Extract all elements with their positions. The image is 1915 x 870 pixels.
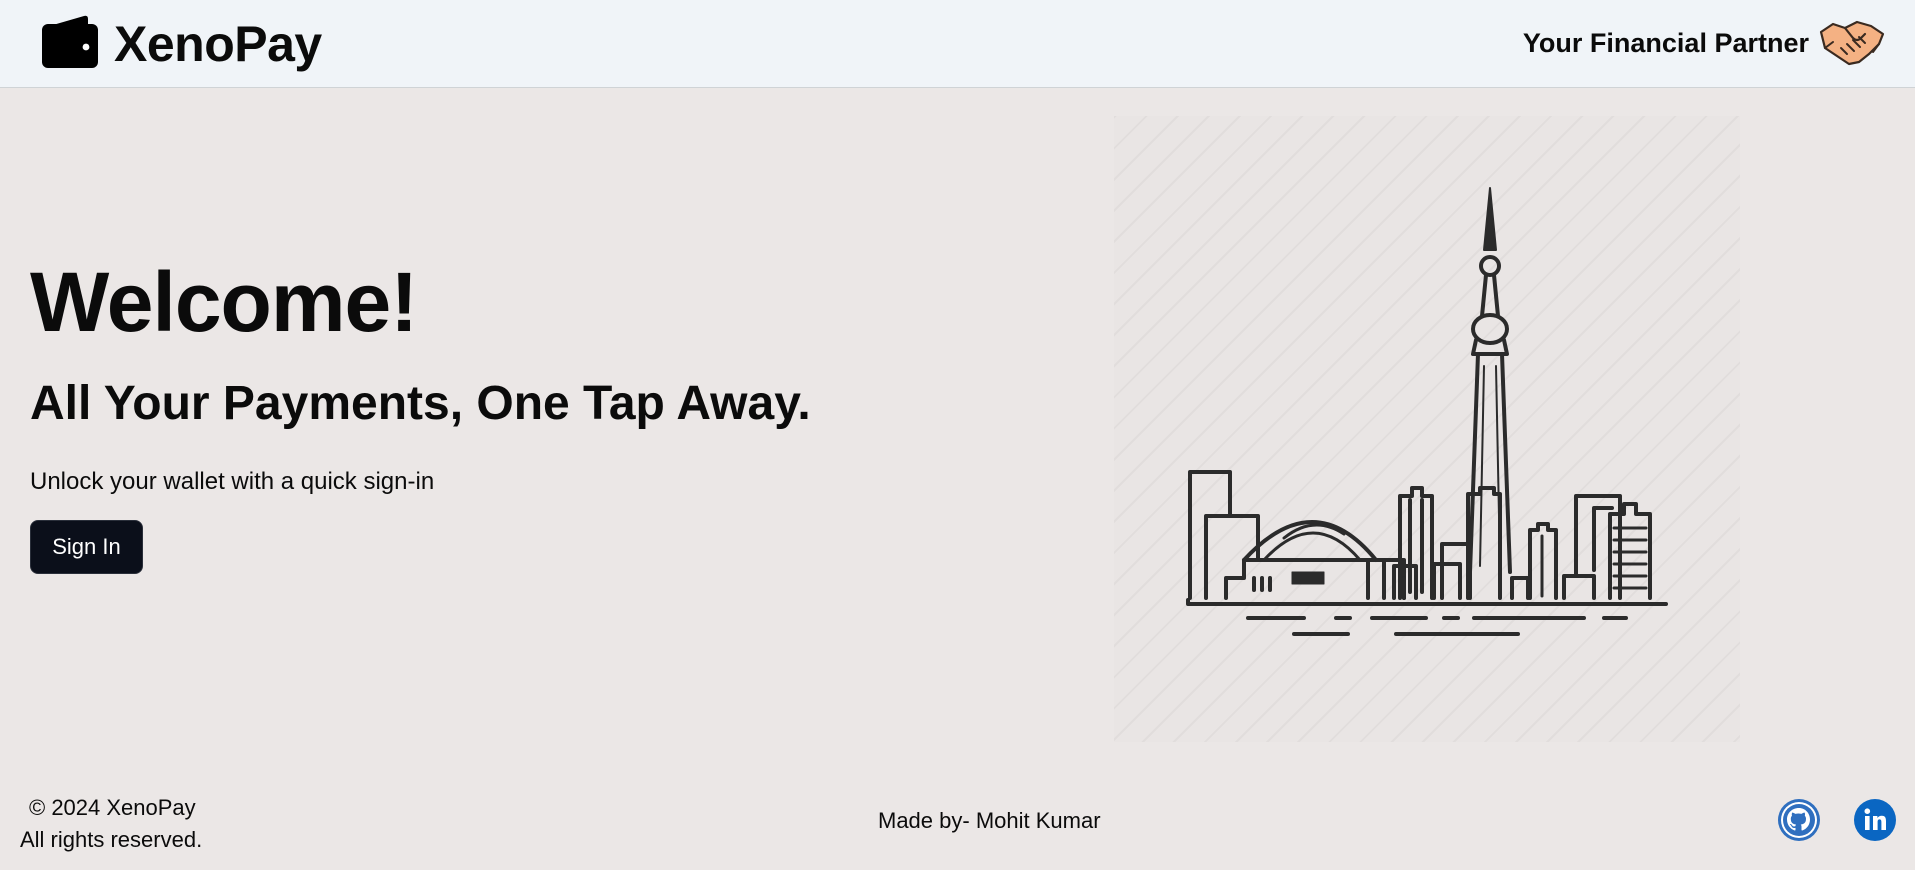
brand-logo-link[interactable]: XenoPay bbox=[40, 11, 322, 76]
welcome-heading: Welcome! bbox=[30, 255, 418, 349]
linkedin-icon bbox=[1852, 797, 1898, 848]
github-link[interactable] bbox=[1776, 797, 1822, 848]
hero-lead-text: Unlock your wallet with a quick sign-in bbox=[30, 468, 435, 495]
hero-subheading: All Your Payments, One Tap Away. bbox=[30, 377, 811, 430]
handshake-icon bbox=[1819, 14, 1885, 73]
github-icon bbox=[1776, 797, 1822, 848]
rights-reserved-line: All rights reserved. bbox=[20, 827, 203, 852]
copyright-line: © 2024 XenoPay bbox=[29, 795, 196, 820]
wallet-icon bbox=[40, 11, 100, 76]
tagline-group: Your Financial Partner bbox=[1523, 14, 1885, 73]
hero-section: Welcome! All Your Payments, One Tap Away… bbox=[30, 260, 811, 574]
brand-name: XenoPay bbox=[114, 15, 322, 72]
linkedin-link[interactable] bbox=[1852, 797, 1898, 848]
sign-in-button[interactable]: Sign In bbox=[30, 520, 143, 574]
footer-copyright: © 2024 XenoPay All rights reserved. bbox=[20, 792, 202, 856]
top-header: XenoPay Your Financial Partner bbox=[0, 0, 1915, 88]
tagline: Your Financial Partner bbox=[1522, 28, 1809, 58]
toronto-skyline-illustration bbox=[1114, 116, 1740, 742]
footer-credit: Made by- Mohit Kumar bbox=[878, 808, 1101, 833]
